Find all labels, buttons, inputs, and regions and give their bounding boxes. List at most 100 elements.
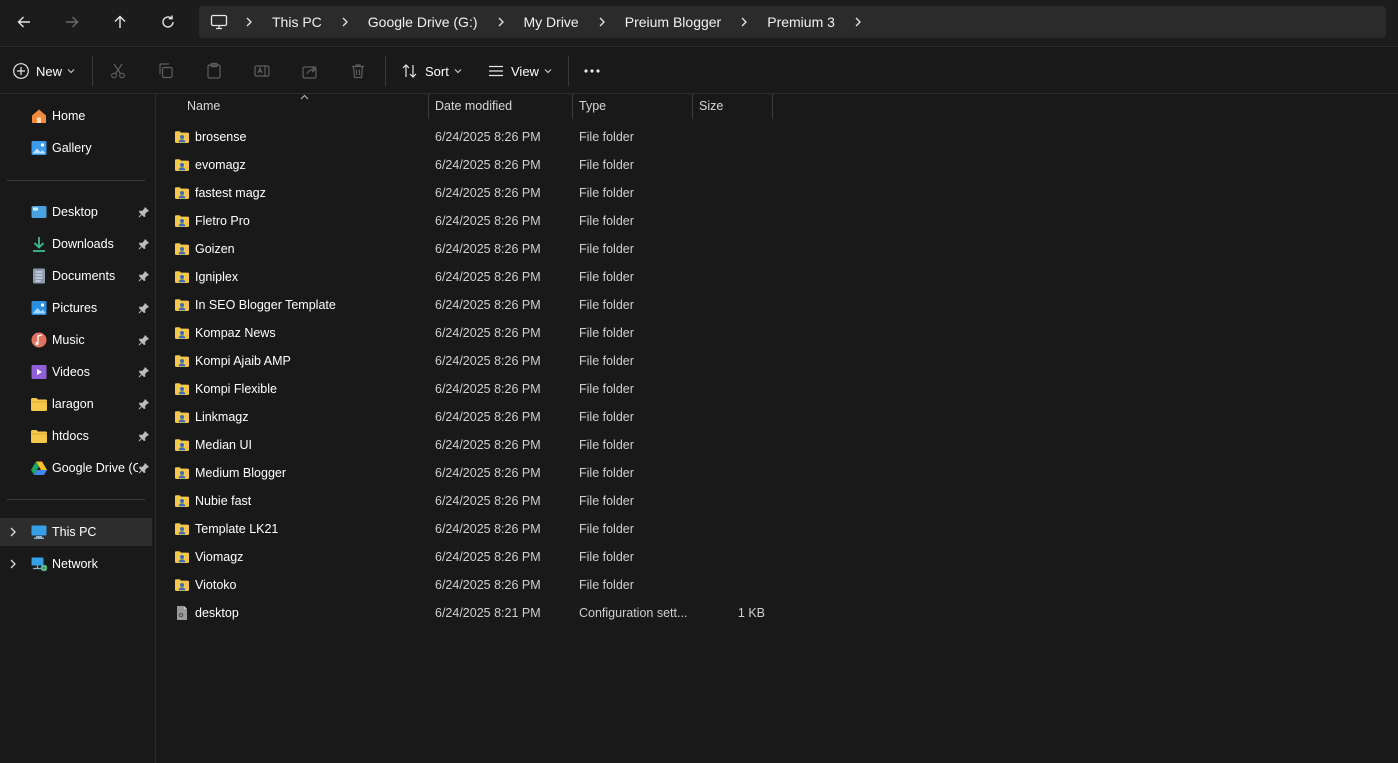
refresh-button[interactable]: [152, 7, 184, 37]
pin-icon[interactable]: [138, 334, 150, 346]
back-button[interactable]: [8, 7, 40, 37]
delete-button[interactable]: [349, 56, 367, 86]
view-button[interactable]: View: [487, 56, 552, 86]
column-name[interactable]: Name: [187, 94, 220, 119]
file-row[interactable]: In SEO Blogger Template 6/24/2025 8:26 PM…: [156, 291, 776, 319]
file-name[interactable]: Kompi Ajaib AMP: [195, 347, 291, 375]
file-row[interactable]: Kompaz News 6/24/2025 8:26 PM File folder: [156, 319, 776, 347]
sidebar-item-downloads[interactable]: Downloads: [0, 230, 152, 258]
rename-button[interactable]: [253, 56, 271, 86]
pin-icon[interactable]: [138, 430, 150, 442]
file-name[interactable]: brosense: [195, 123, 246, 151]
breadcrumb-my-drive[interactable]: My Drive: [516, 6, 587, 38]
sidebar-item-network[interactable]: Network: [0, 550, 152, 578]
file-row[interactable]: brosense 6/24/2025 8:26 PM File folder: [156, 123, 776, 151]
file-name[interactable]: Template LK21: [195, 515, 278, 543]
file-name[interactable]: evomagz: [195, 151, 246, 179]
chevron-right-icon[interactable]: [843, 6, 873, 38]
breadcrumb-google-drive[interactable]: Google Drive (G:): [360, 6, 486, 38]
file-name[interactable]: Nubie fast: [195, 487, 251, 515]
column-type[interactable]: Type: [579, 94, 606, 119]
sidebar-item-gallery[interactable]: Gallery: [0, 134, 152, 162]
file-row[interactable]: Medium Blogger 6/24/2025 8:26 PM File fold…: [156, 459, 776, 487]
file-size: [699, 571, 765, 599]
file-name[interactable]: desktop: [195, 599, 239, 627]
file-date-modified: 6/24/2025 8:26 PM: [435, 242, 541, 256]
column-resize-handle[interactable]: [572, 94, 573, 119]
sidebar-item-htdocs[interactable]: htdocs: [0, 422, 152, 450]
pin-icon[interactable]: [138, 206, 150, 218]
see-more-button[interactable]: [582, 56, 602, 86]
copy-button[interactable]: [157, 56, 175, 86]
file-row[interactable]: Igniplex 6/24/2025 8:26 PM File folder: [156, 263, 776, 291]
pin-icon[interactable]: [138, 462, 150, 474]
pin-icon[interactable]: [138, 398, 150, 410]
file-row[interactable]: Kompi Flexible 6/24/2025 8:26 PM File fold…: [156, 375, 776, 403]
file-row[interactable]: desktop 6/24/2025 8:21 PM Configuration se…: [156, 599, 776, 627]
up-button[interactable]: [104, 7, 136, 37]
file-row[interactable]: Nubie fast 6/24/2025 8:26 PM File folder: [156, 487, 776, 515]
file-row[interactable]: Median UI 6/24/2025 8:26 PM File folder: [156, 431, 776, 459]
pin-icon[interactable]: [138, 302, 150, 314]
column-resize-handle[interactable]: [692, 94, 693, 119]
file-name[interactable]: Medium Blogger: [195, 459, 286, 487]
file-name[interactable]: Linkmagz: [195, 403, 249, 431]
sidebar-item-laragon[interactable]: laragon: [0, 390, 152, 418]
chevron-right-icon[interactable]: [234, 6, 264, 38]
sidebar-item-music[interactable]: Music: [0, 326, 152, 354]
sidebar-item-videos[interactable]: Videos: [0, 358, 152, 386]
sidebar-item-this-pc[interactable]: This PC: [0, 518, 152, 546]
file-row[interactable]: Template LK21 6/24/2025 8:26 PM File folde…: [156, 515, 776, 543]
file-row[interactable]: Viomagz 6/24/2025 8:26 PM File folder: [156, 543, 776, 571]
sidebar-item-desktop[interactable]: Desktop: [0, 198, 152, 226]
file-name[interactable]: Igniplex: [195, 263, 238, 291]
column-resize-handle[interactable]: [428, 94, 429, 119]
file-row[interactable]: Linkmagz 6/24/2025 8:26 PM File folder: [156, 403, 776, 431]
paste-button[interactable]: [205, 56, 223, 86]
file-name[interactable]: Median UI: [195, 431, 252, 459]
sidebar-item-home[interactable]: Home: [0, 102, 152, 130]
file-name[interactable]: In SEO Blogger Template: [195, 291, 336, 319]
file-name[interactable]: Viotoko: [195, 571, 236, 599]
file-name[interactable]: fastest magz: [195, 179, 266, 207]
sidebar-item-pictures[interactable]: Pictures: [0, 294, 152, 322]
file-name[interactable]: Viomagz: [195, 543, 243, 571]
chevron-right-icon[interactable]: [486, 6, 516, 38]
sort-button[interactable]: Sort: [401, 56, 462, 86]
pin-icon[interactable]: [138, 238, 150, 250]
breadcrumb[interactable]: This PC Google Drive (G:) My Drive Preiu…: [199, 6, 1386, 38]
cut-button[interactable]: [109, 56, 127, 86]
file-row[interactable]: Goizen 6/24/2025 8:26 PM File folder: [156, 235, 776, 263]
sidebar-item-documents[interactable]: Documents: [0, 262, 152, 290]
forward-button[interactable]: [56, 7, 88, 37]
file-name[interactable]: Goizen: [195, 235, 235, 263]
file-row[interactable]: Viotoko 6/24/2025 8:26 PM File folder: [156, 571, 776, 599]
chevron-right-icon[interactable]: [729, 6, 759, 38]
column-resize-handle[interactable]: [772, 94, 773, 119]
file-row[interactable]: Fletro Pro 6/24/2025 8:26 PM File folder: [156, 207, 776, 235]
chevron-right-icon[interactable]: [330, 6, 360, 38]
file-row[interactable]: fastest magz 6/24/2025 8:26 PM File folder: [156, 179, 776, 207]
breadcrumb-preium-blogger[interactable]: Preium Blogger: [617, 6, 730, 38]
pin-icon[interactable]: [138, 366, 150, 378]
file-row[interactable]: evomagz 6/24/2025 8:26 PM File folder: [156, 151, 776, 179]
file-name[interactable]: Kompaz News: [195, 319, 276, 347]
file-name[interactable]: Kompi Flexible: [195, 375, 277, 403]
computer-icon[interactable]: [204, 6, 234, 38]
breadcrumb-this-pc[interactable]: This PC: [264, 6, 330, 38]
settings-file-icon: [177, 606, 187, 620]
file-type: File folder: [579, 186, 634, 200]
column-date-modified[interactable]: Date modified: [435, 94, 512, 119]
chevron-right-icon[interactable]: [8, 526, 18, 538]
chevron-right-icon[interactable]: [587, 6, 617, 38]
pin-icon[interactable]: [138, 270, 150, 282]
sidebar-item-label: Music: [52, 333, 85, 347]
file-name[interactable]: Fletro Pro: [195, 207, 250, 235]
sidebar-item-google-drive[interactable]: Google Drive (G:): [0, 454, 152, 482]
new-button[interactable]: New: [12, 56, 75, 86]
column-size[interactable]: Size: [699, 94, 723, 119]
share-button[interactable]: [301, 56, 319, 86]
breadcrumb-premium-3[interactable]: Premium 3: [759, 6, 843, 38]
file-row[interactable]: Kompi Ajaib AMP 6/24/2025 8:26 PM File fol…: [156, 347, 776, 375]
chevron-right-icon[interactable]: [8, 558, 18, 570]
